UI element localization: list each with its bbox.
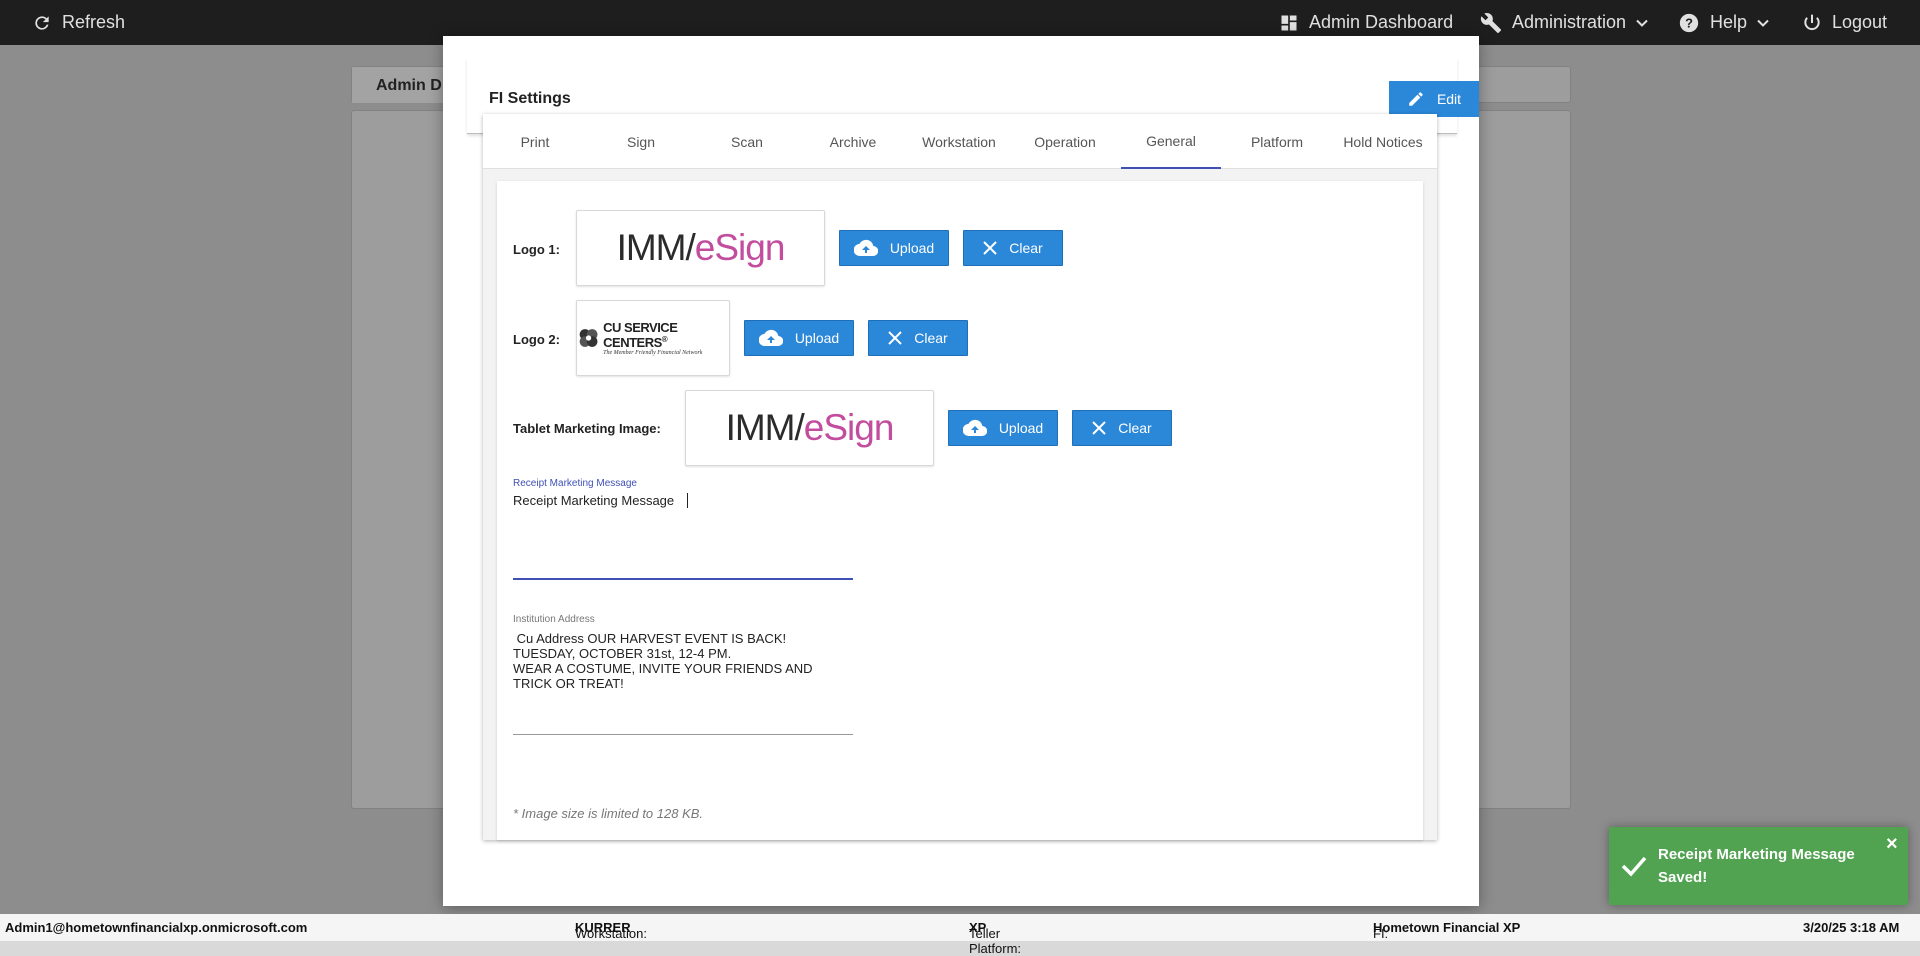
cloud-upload-icon	[962, 419, 987, 437]
tablet-upload-label: Upload	[998, 420, 1044, 436]
refresh-label: Refresh	[62, 12, 126, 32]
tab-general[interactable]: General	[1121, 114, 1221, 169]
tab-archive[interactable]: Archive	[803, 114, 903, 169]
tab-hold-notices[interactable]: Hold Notices	[1333, 114, 1433, 169]
receipt-message-textarea[interactable]: Receipt Marketing Message	[513, 493, 853, 580]
logo2-clear-label: Clear	[914, 330, 948, 346]
tablet-clear-label: Clear	[1118, 420, 1152, 436]
general-tab-content: Logo 1: IMM/eSign Upload Clear Logo 2: C…	[497, 181, 1423, 840]
logo1-clear-button[interactable]: Clear	[963, 230, 1063, 266]
tab-operation[interactable]: Operation	[1015, 114, 1115, 169]
refresh-icon	[35, 15, 49, 30]
footer-teller-platform: Teller Platform: XP	[969, 920, 1022, 956]
success-toast: Receipt Marketing Message Saved! ×	[1609, 827, 1908, 905]
cloud-upload-icon	[758, 329, 783, 347]
help-icon: ?	[1679, 13, 1699, 32]
tab-workstation[interactable]: Workstation	[909, 114, 1009, 169]
status-footer: Admin1@hometownfinancialxp.onmicrosoft.c…	[0, 914, 1920, 956]
image-size-note: * Image size is limited to 128 KB.	[513, 806, 704, 821]
footer-user: Admin1@hometownfinancialxp.onmicrosoft.c…	[5, 920, 308, 935]
institution-address-value: Cu Address OUR HARVEST EVENT IS BACK! TU…	[513, 631, 813, 691]
tablet-clear-button[interactable]: Clear	[1072, 410, 1172, 446]
tab-sign[interactable]: Sign	[591, 114, 691, 169]
receipt-message-label: Receipt Marketing Message	[513, 478, 637, 489]
logo2-preview: CU SERVICE CENTERS® The Member Friendly …	[576, 300, 730, 376]
pencil-icon	[1409, 92, 1423, 106]
checkmark-icon	[1621, 856, 1647, 877]
admin-dashboard-label: Admin Dashboard	[1309, 12, 1454, 32]
tablet-marketing-preview: IMM/eSign	[685, 390, 934, 466]
wrench-icon	[1480, 12, 1502, 33]
logo2-upload-button[interactable]: Upload	[744, 320, 854, 356]
chevron-down-icon	[1757, 19, 1769, 27]
toast-close-button[interactable]: ×	[1886, 833, 1898, 856]
logo1-label: Logo 1:	[513, 242, 560, 257]
power-icon	[1804, 14, 1820, 30]
settings-tabs: Print Sign Scan Archive Workstation Oper…	[483, 114, 1437, 169]
edit-label: Edit	[1436, 91, 1462, 107]
institution-address-textarea[interactable]: Cu Address OUR HARVEST EVENT IS BACK! TU…	[513, 631, 853, 735]
immesign-logo: IMM/eSign	[616, 227, 786, 268]
institution-address-label: Institution Address	[513, 614, 595, 625]
dashboard-icon	[1281, 15, 1297, 30]
cu-service-centers-logo: CU SERVICE CENTERS® The Member Friendly …	[577, 320, 729, 356]
modal-title: FI Settings	[489, 90, 571, 107]
help-label: Help	[1710, 12, 1748, 32]
pinwheel-logo-icon	[579, 329, 598, 347]
tab-platform[interactable]: Platform	[1227, 114, 1327, 169]
footer-fi: FI: Hometown Financial XP	[1373, 920, 1521, 941]
logo1-upload-button[interactable]: Upload	[839, 230, 949, 266]
logo2-upload-label: Upload	[794, 330, 840, 346]
close-icon	[983, 241, 997, 255]
logo1-clear-label: Clear	[1009, 240, 1043, 256]
close-icon	[1092, 421, 1106, 435]
logout-button[interactable]: Logout	[1802, 0, 1887, 45]
svg-text:?: ?	[1685, 15, 1693, 30]
footer-datetime: 3/20/25 3:18 AM	[1803, 920, 1900, 935]
receipt-message-value: Receipt Marketing Message	[513, 493, 675, 508]
tab-scan[interactable]: Scan	[697, 114, 797, 169]
fi-settings-modal: FI Settings Edit Print Sign Scan Archive…	[443, 36, 1479, 906]
toast-message: Receipt Marketing Message Saved!	[1658, 846, 1855, 886]
cloud-upload-icon	[853, 239, 878, 257]
administration-menu[interactable]: Administration	[1480, 0, 1648, 45]
logo2-clear-button[interactable]: Clear	[868, 320, 968, 356]
text-cursor	[687, 493, 688, 508]
administration-label: Administration	[1512, 12, 1627, 32]
tablet-upload-button[interactable]: Upload	[948, 410, 1058, 446]
logout-label: Logout	[1832, 12, 1888, 32]
logo1-upload-label: Upload	[889, 240, 935, 256]
edit-button[interactable]: Edit	[1389, 81, 1479, 117]
close-icon	[888, 331, 902, 345]
settings-card: Print Sign Scan Archive Workstation Oper…	[483, 114, 1437, 840]
immesign-logo: IMM/eSign	[725, 407, 895, 448]
logo1-preview: IMM/eSign	[576, 210, 825, 286]
tablet-marketing-label: Tablet Marketing Image:	[513, 421, 661, 436]
chevron-down-icon	[1636, 19, 1648, 27]
help-menu[interactable]: ? Help	[1678, 0, 1769, 45]
tab-print[interactable]: Print	[485, 114, 585, 169]
refresh-button[interactable]: Refresh	[32, 0, 125, 45]
footer-workstation: Workstation: KURRER	[575, 920, 648, 941]
logo2-label: Logo 2:	[513, 332, 560, 347]
